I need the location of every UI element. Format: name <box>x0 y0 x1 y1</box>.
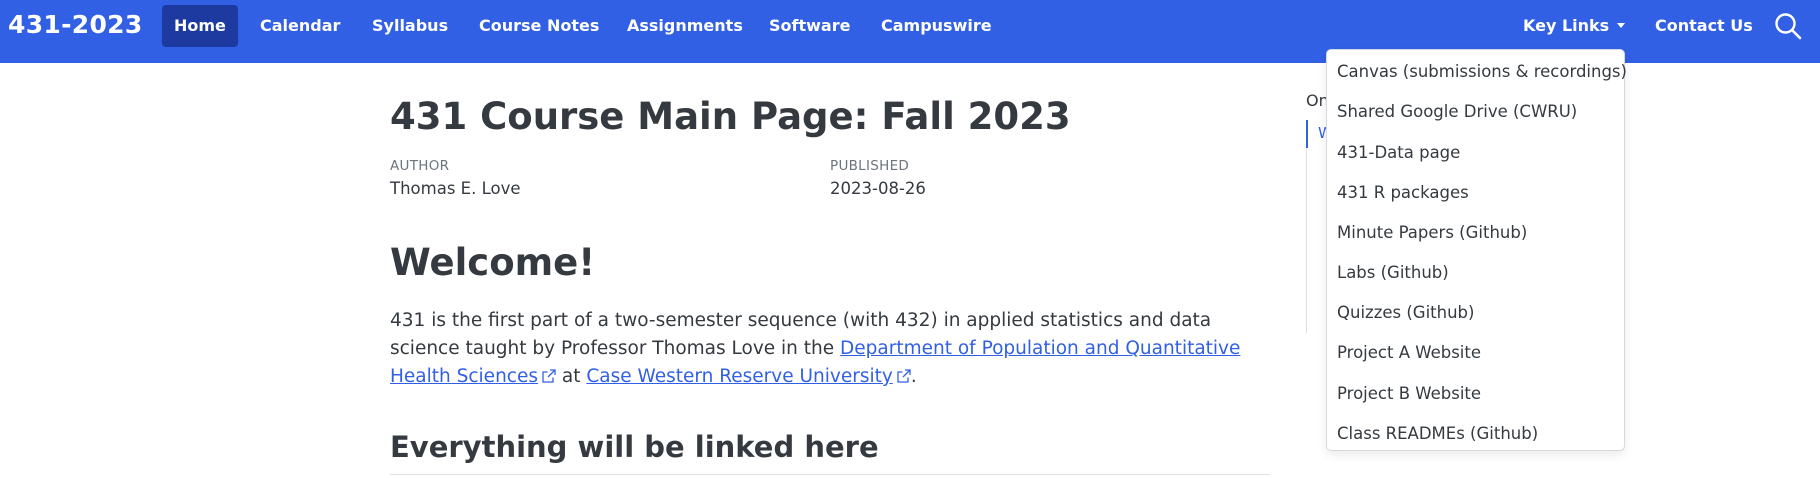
nav-syllabus[interactable]: Syllabus <box>372 5 448 47</box>
nav-course-notes[interactable]: Course Notes <box>479 5 599 47</box>
nav-contact-us[interactable]: Contact Us <box>1655 5 1753 47</box>
published-label: PUBLISHED <box>830 158 910 174</box>
menu-item-class-readmes[interactable]: Class READMEs (Github) <box>1337 417 1538 451</box>
menu-item-r-packages[interactable]: 431 R packages <box>1337 176 1469 210</box>
external-link-icon <box>897 369 911 383</box>
intro-paragraph: 431 is the first part of a two-semester … <box>390 307 1270 391</box>
welcome-heading: Welcome! <box>390 241 596 284</box>
intro-text-2: at <box>555 366 587 387</box>
toc-active-indicator <box>1306 120 1308 148</box>
nav-calendar[interactable]: Calendar <box>260 5 340 47</box>
external-link-icon <box>542 369 556 383</box>
author-name: Thomas E. Love <box>390 179 521 198</box>
nav-home[interactable]: Home <box>162 5 238 47</box>
site-brand[interactable]: 431-2023 <box>8 10 143 39</box>
menu-item-minute-papers[interactable]: Minute Papers (Github) <box>1337 216 1527 250</box>
menu-item-quizzes[interactable]: Quizzes (Github) <box>1337 296 1474 330</box>
heading-divider <box>390 474 1270 475</box>
page-title: 431 Course Main Page: Fall 2023 <box>390 95 1071 138</box>
search-icon[interactable] <box>1773 11 1803 41</box>
nav-assignments[interactable]: Assignments <box>627 5 743 47</box>
university-link[interactable]: Case Western Reserve University <box>586 366 892 387</box>
caret-down-icon <box>1617 23 1626 28</box>
intro-text-3: . <box>910 366 917 387</box>
nav-software[interactable]: Software <box>769 5 850 47</box>
key-links-menu: Canvas (submissions & recordings) Shared… <box>1326 49 1627 451</box>
nav-key-links-dropdown[interactable]: Key Links <box>1523 5 1626 47</box>
menu-item-project-a[interactable]: Project A Website <box>1337 336 1481 370</box>
menu-item-canvas[interactable]: Canvas (submissions & recordings) <box>1337 55 1627 89</box>
key-links-label: Key Links <box>1523 16 1610 35</box>
linked-heading: Everything will be linked here <box>390 430 879 464</box>
menu-item-project-b[interactable]: Project B Website <box>1337 377 1481 411</box>
nav-campuswire[interactable]: Campuswire <box>881 5 992 47</box>
published-date: 2023-08-26 <box>830 179 926 198</box>
menu-item-data-page[interactable]: 431-Data page <box>1337 136 1460 170</box>
author-label: AUTHOR <box>390 158 450 174</box>
menu-item-google-drive[interactable]: Shared Google Drive (CWRU) <box>1337 95 1577 129</box>
menu-item-labs[interactable]: Labs (Github) <box>1337 256 1449 290</box>
toc-border <box>1306 148 1307 333</box>
university-link-text: Case Western Reserve University <box>586 366 893 387</box>
